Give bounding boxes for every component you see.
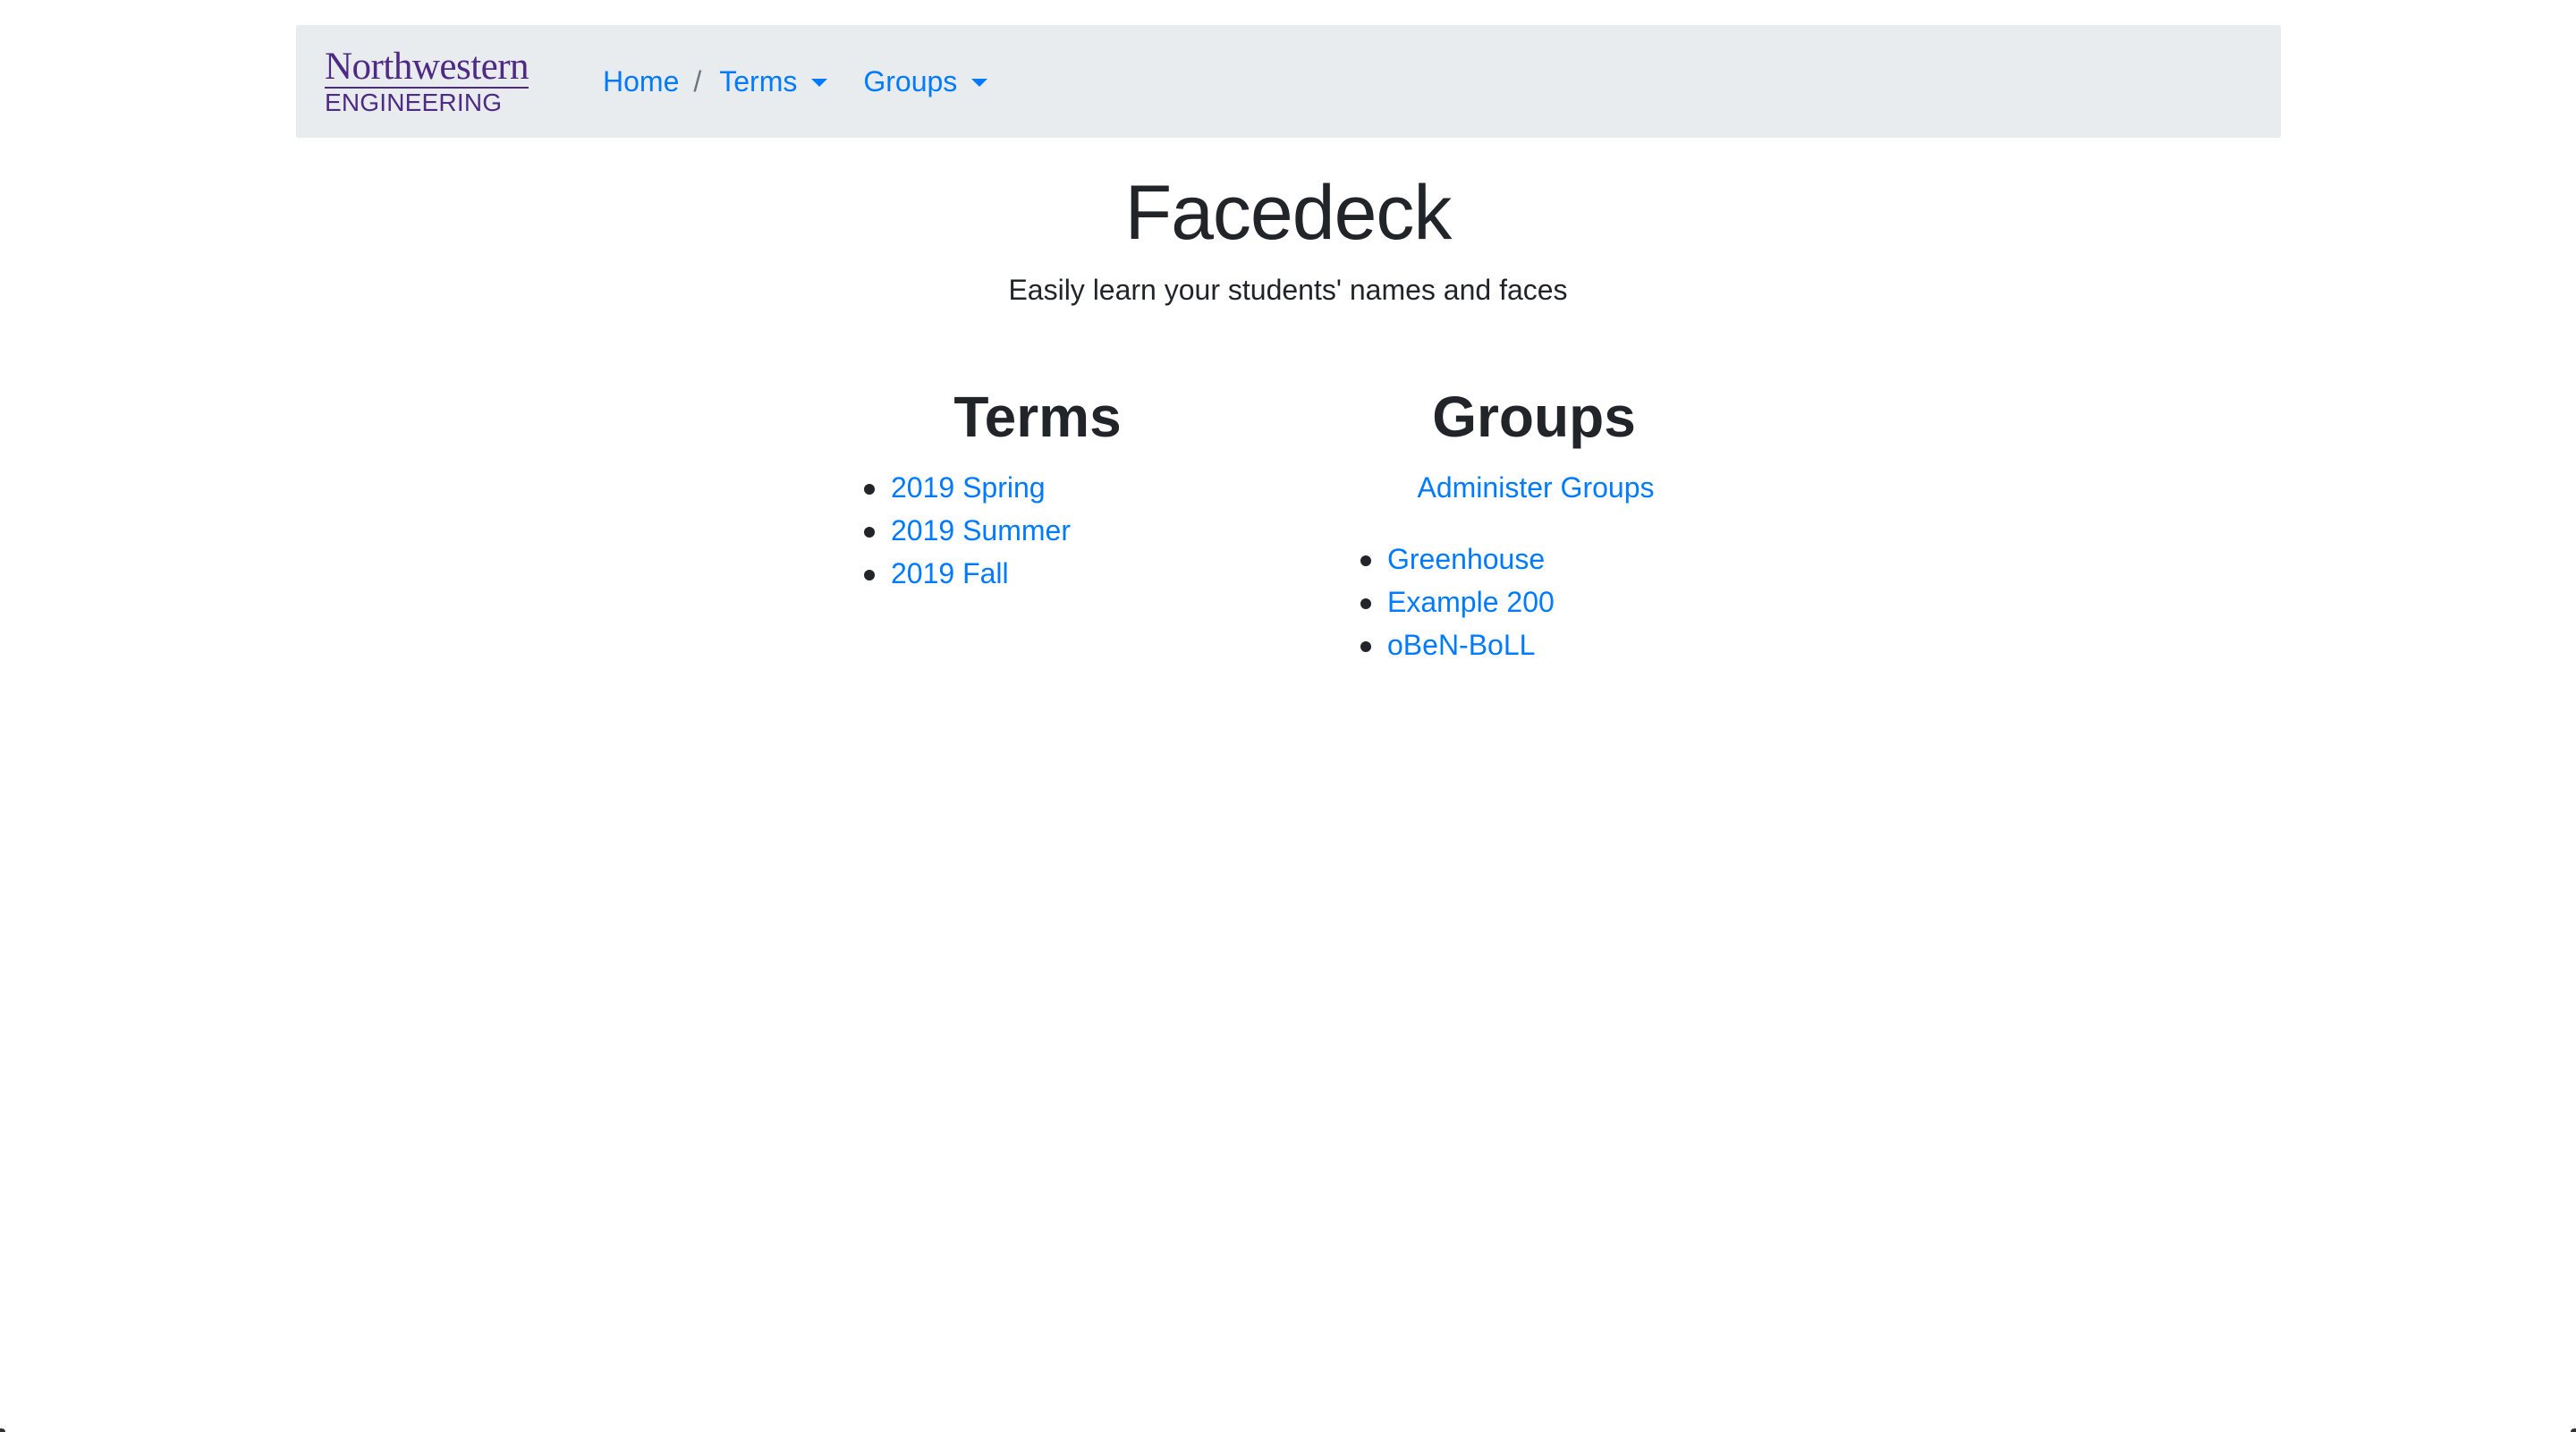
groups-dropdown-label: Groups	[863, 64, 958, 97]
terms-dropdown[interactable]: Terms	[719, 64, 828, 98]
list-item: 2019 Summer	[864, 509, 1071, 552]
page-subtitle: Easily learn your students' names and fa…	[1008, 274, 1568, 306]
group-link-greenhouse[interactable]: Greenhouse	[1387, 543, 1545, 575]
window-corner-right	[2571, 1428, 2576, 1432]
northwestern-engineering-logo[interactable]: Northwestern ENGINEERING	[325, 46, 530, 117]
list-item: 2019 Spring	[864, 466, 1071, 509]
terms-heading: Terms	[953, 385, 1122, 449]
list-item: Example 200	[1360, 580, 1555, 623]
breadcrumb: Home / Terms Groups	[603, 25, 988, 138]
window-corner-left	[0, 1428, 5, 1432]
logo-subtitle: ENGINEERING	[325, 89, 503, 116]
groups-list: Greenhouse Example 200 oBeN-BoLL	[1360, 538, 1555, 666]
terms-dropdown-label: Terms	[719, 64, 798, 97]
caret-down-icon	[811, 78, 828, 87]
caret-down-icon	[971, 78, 988, 87]
navbar: Northwestern ENGINEERING Home / Terms Gr…	[296, 25, 2281, 138]
list-item: oBeN-BoLL	[1360, 623, 1555, 666]
term-link-2019-fall[interactable]: 2019 Fall	[891, 557, 1009, 589]
groups-dropdown[interactable]: Groups	[863, 64, 988, 98]
list-item: Greenhouse	[1360, 538, 1555, 580]
group-link-oben-boll[interactable]: oBeN-BoLL	[1387, 629, 1535, 661]
home-link[interactable]: Home	[603, 65, 679, 98]
breadcrumb-separator: /	[693, 64, 702, 97]
list-item: 2019 Fall	[864, 552, 1071, 595]
page-title: Facedeck	[1124, 170, 1453, 256]
term-link-2019-summer[interactable]: 2019 Summer	[891, 514, 1071, 547]
group-link-example-200[interactable]: Example 200	[1387, 586, 1555, 618]
terms-list: 2019 Spring 2019 Summer 2019 Fall	[864, 466, 1071, 595]
term-link-2019-spring[interactable]: 2019 Spring	[891, 471, 1046, 504]
logo-wordmark: Northwestern	[325, 46, 530, 89]
administer-groups-link[interactable]: Administer Groups	[1342, 466, 1730, 509]
groups-heading: Groups	[1432, 385, 1636, 449]
